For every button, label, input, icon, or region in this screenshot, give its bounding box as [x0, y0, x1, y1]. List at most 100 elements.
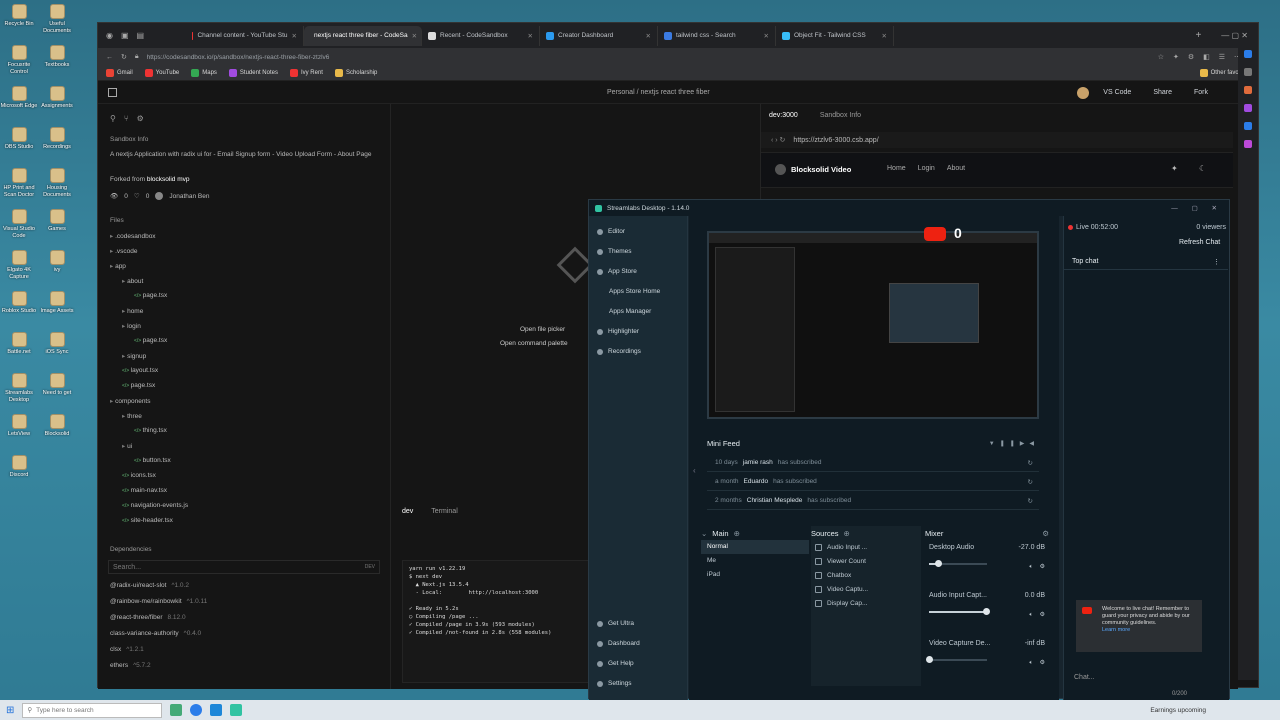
games-icon[interactable]: [1244, 104, 1252, 112]
source-item[interactable]: Chatbox: [811, 568, 921, 582]
avatar[interactable]: [1077, 86, 1090, 99]
refresh-icon[interactable]: ↻: [121, 53, 127, 61]
terminal-tab[interactable]: dev: [402, 508, 413, 515]
nav-bottom-item[interactable]: Settings: [597, 680, 632, 687]
close-tab-icon[interactable]: ✕: [412, 32, 417, 40]
close-tab-icon[interactable]: ✕: [292, 32, 297, 40]
git-icon[interactable]: ⑂: [124, 114, 129, 123]
desktop-icon[interactable]: Roblox Studio: [0, 291, 38, 315]
outlook-icon[interactable]: [1244, 122, 1252, 130]
source-item[interactable]: Viewer Count: [811, 554, 921, 568]
desktop-icon[interactable]: Games: [38, 209, 76, 233]
volume-knob[interactable]: [982, 608, 990, 615]
desktop-icon[interactable]: Textbooks: [38, 45, 76, 69]
desktop-icon[interactable]: Image Assets: [38, 291, 76, 315]
desktop-icon[interactable]: Battle.net: [0, 332, 38, 356]
dependencies-title[interactable]: Dependencies: [110, 546, 152, 553]
nav-bottom-item[interactable]: Get Ultra: [597, 620, 634, 627]
vscode-button[interactable]: VS Code: [1103, 89, 1131, 96]
scene-preview[interactable]: 0: [707, 225, 1039, 419]
folder-item[interactable]: .vscode: [110, 247, 137, 255]
feed-event[interactable]: 10 days jamie rash has subscribed ↻: [707, 454, 1039, 472]
profile-icon[interactable]: ◉: [106, 31, 113, 40]
preview-url[interactable]: https://ztzlv6-3000.csb.app/: [793, 137, 878, 144]
file-item[interactable]: icons.tsx: [122, 472, 156, 479]
scene-item[interactable]: Normal: [701, 540, 809, 554]
desktop-icon[interactable]: Microsoft Edge: [0, 86, 38, 110]
desktop-icon[interactable]: Housing Documents: [38, 168, 76, 198]
desktop-icon[interactable]: Streamlabs Desktop: [0, 373, 38, 403]
dependency-item[interactable]: @react-three/fiber 8.12.0: [110, 614, 186, 621]
file-item[interactable]: site-header.tsx: [122, 517, 173, 524]
window-controls[interactable]: — ▢ ✕: [1211, 31, 1258, 40]
file-item[interactable]: page.tsx: [134, 292, 168, 299]
theme-toggle-icon[interactable]: ☾: [1199, 164, 1206, 173]
close-tab-icon[interactable]: ✕: [528, 32, 533, 40]
nav-item[interactable]: Editor: [597, 228, 625, 235]
desktop-icon[interactable]: LetsView: [0, 414, 38, 438]
desktop-icon[interactable]: Blocksolid: [38, 414, 76, 438]
nav-subitem[interactable]: Apps Store Home: [609, 288, 660, 295]
desktop-icon[interactable]: Useful Documents: [38, 4, 76, 34]
toolbar-icons[interactable]: ☆✦⚙◧☰⋯: [1158, 53, 1250, 61]
collapse-icon[interactable]: ‹: [693, 466, 696, 475]
add-scene-icon[interactable]: ⊕: [734, 529, 740, 538]
chat-input[interactable]: Chat...: [1074, 674, 1095, 681]
browser-tab[interactable]: Recent - CodeSandbox ✕: [422, 25, 540, 46]
nav-item[interactable]: Highlighter: [597, 328, 639, 335]
volume-slider[interactable]: [929, 608, 990, 615]
scene-item[interactable]: iPad: [701, 568, 809, 582]
fork-button[interactable]: Fork: [1194, 89, 1208, 96]
desktop-icon[interactable]: HP Print and Scan Doctor: [0, 168, 38, 198]
browser-tab[interactable]: Creator Dashboard ✕: [540, 25, 658, 46]
tab-actions-icon[interactable]: ▤: [137, 31, 145, 40]
url-field[interactable]: https://codesandbox.io/p/sandbox/nextjs-…: [147, 54, 330, 61]
volume-knob[interactable]: [934, 560, 942, 567]
feed-controls-icon[interactable]: ▼❚❚▶◀: [989, 440, 1039, 447]
learn-more-link[interactable]: Learn more: [1102, 627, 1130, 633]
desktop-icon[interactable]: Visual Studio Code: [0, 209, 38, 239]
streamlabs-taskbar-icon[interactable]: [230, 704, 243, 716]
volume-knob[interactable]: [926, 656, 933, 663]
scene-item[interactable]: Me: [701, 554, 809, 568]
nav-subitem[interactable]: Apps Manager: [609, 308, 651, 315]
folder-item[interactable]: components: [110, 397, 150, 405]
source-item[interactable]: Video Captu...: [811, 582, 921, 596]
feed-event[interactable]: 2 months Christian Mesplede has subscribed…: [707, 492, 1039, 510]
nav-bottom-item[interactable]: Dashboard: [597, 640, 640, 647]
preview-tab[interactable]: dev:3000: [769, 112, 798, 119]
files-title[interactable]: Files: [110, 217, 124, 224]
nav-item[interactable]: Recordings: [597, 348, 641, 355]
copilot-icon[interactable]: [1244, 50, 1252, 58]
folder-item[interactable]: three: [122, 412, 142, 420]
preview-back-icon[interactable]: ‹ › ↻: [771, 136, 785, 144]
file-item[interactable]: thing.tsx: [134, 427, 167, 434]
dev-tag[interactable]: DEV: [365, 564, 375, 570]
share-button[interactable]: Share: [1153, 89, 1172, 96]
vscode-taskbar-icon[interactable]: [210, 704, 223, 716]
folder-item[interactable]: home: [122, 307, 143, 315]
bookmark-item[interactable]: Student Notes: [228, 69, 278, 77]
taskbar-search[interactable]: ⚲ Type here to search: [22, 702, 163, 718]
twitter-icon[interactable]: ✦: [1171, 164, 1178, 173]
start-icon[interactable]: ⊞: [6, 705, 14, 716]
file-item[interactable]: navigation-events.js: [122, 502, 188, 509]
nav-item[interactable]: Themes: [597, 248, 631, 255]
file-item[interactable]: layout.tsx: [122, 367, 158, 374]
close-tab-icon[interactable]: ✕: [646, 32, 651, 40]
mute-icon[interactable]: 🔈︎: [1029, 660, 1033, 667]
workspaces-icon[interactable]: ▣: [121, 31, 129, 40]
folder-item[interactable]: ui: [122, 442, 132, 450]
forked-from-link[interactable]: blocksolid mvp: [147, 176, 190, 183]
settings-icon[interactable]: ⚙: [137, 114, 144, 123]
bookmark-item[interactable]: Gmail: [106, 69, 133, 77]
bookmark-item[interactable]: Scholarship: [334, 69, 377, 77]
open-command-palette[interactable]: Open command palette: [500, 340, 568, 347]
file-item[interactable]: page.tsx: [134, 337, 168, 344]
repeat-alert-icon[interactable]: ↻: [1028, 497, 1033, 505]
chevron-down-icon[interactable]: ⌄: [701, 529, 707, 538]
dependency-search[interactable]: Search... DEV: [108, 560, 380, 574]
dependency-item[interactable]: class-variance-authority ^0.4.0: [110, 630, 201, 637]
terminal-tab[interactable]: Terminal: [431, 508, 457, 515]
volume-slider[interactable]: [926, 656, 987, 663]
